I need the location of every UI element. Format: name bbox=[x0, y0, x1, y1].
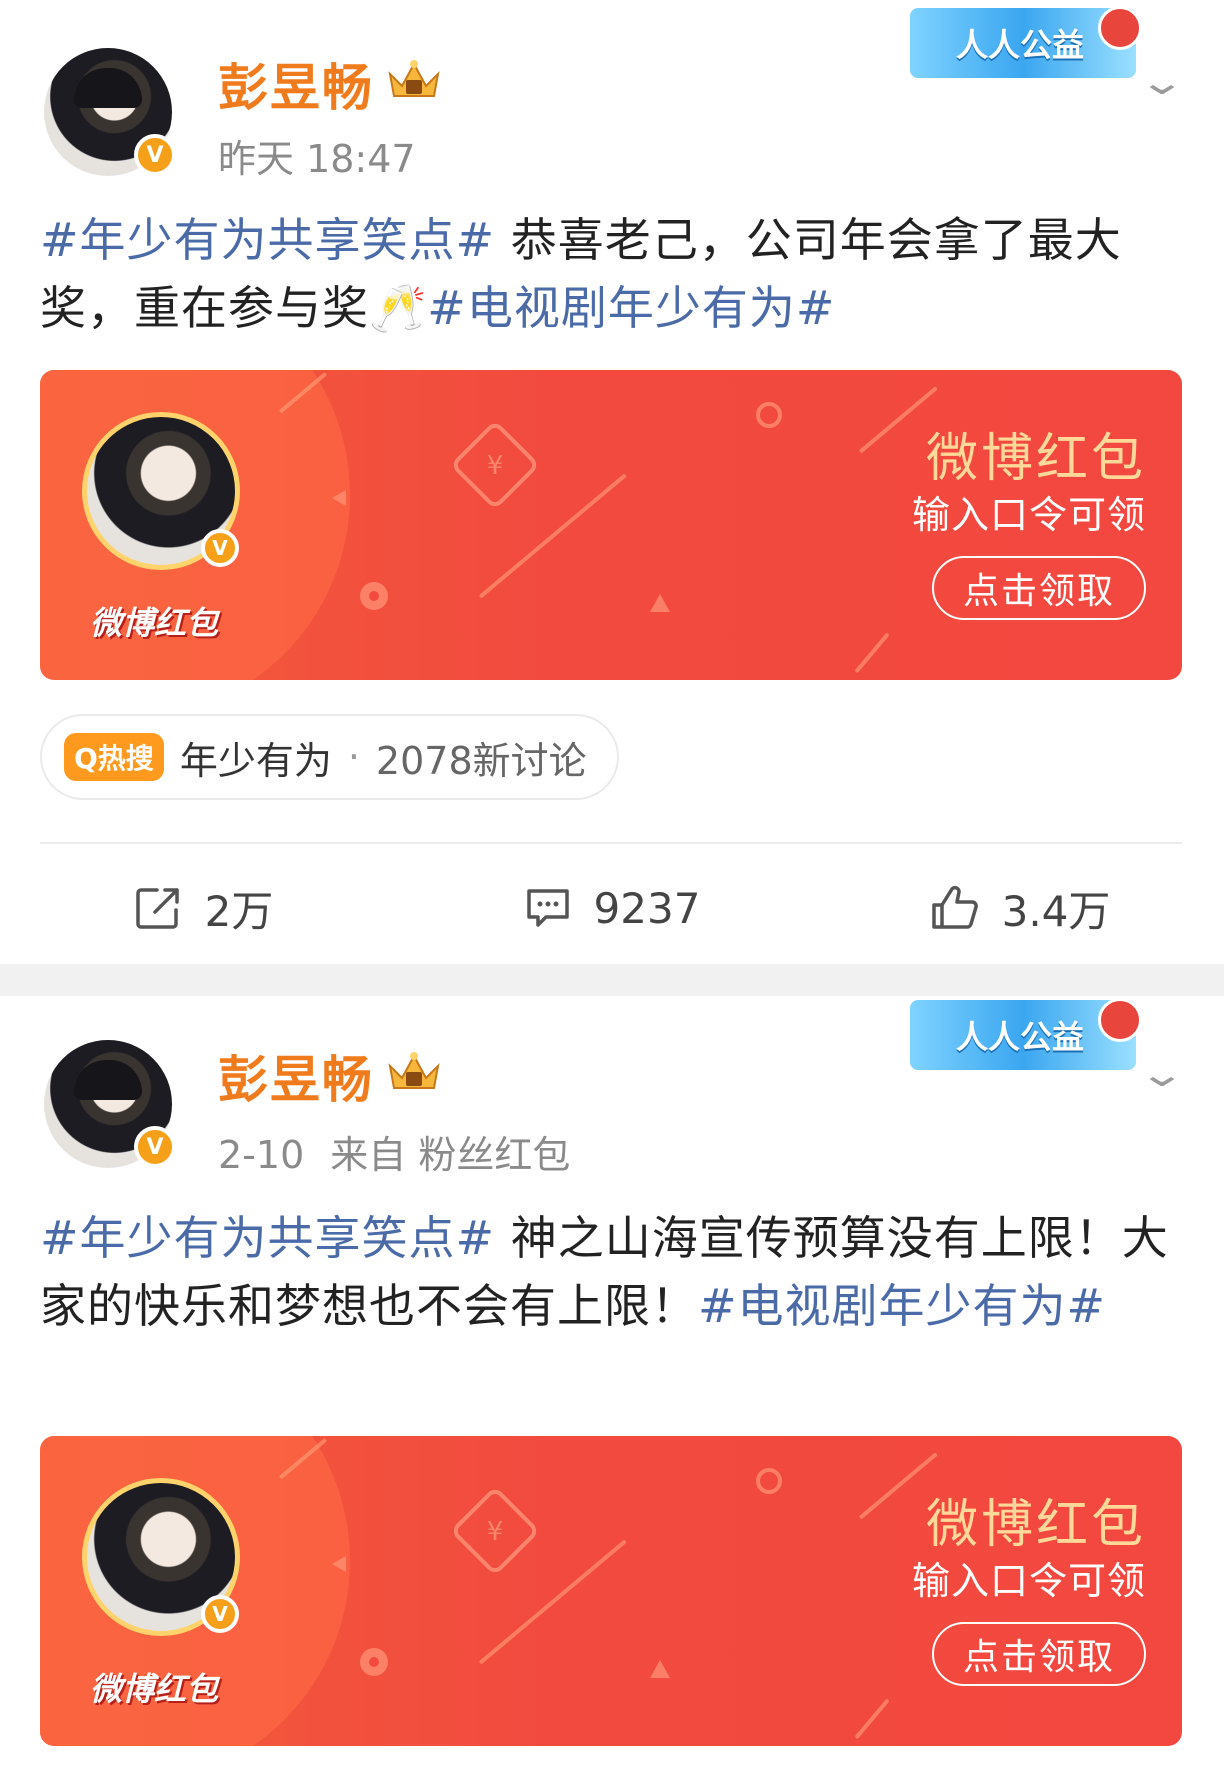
decor-dot bbox=[756, 402, 782, 428]
verified-badge-icon: V bbox=[134, 134, 176, 176]
hot-search-tag: Q热搜 bbox=[64, 733, 164, 781]
like-count: 3.4万 bbox=[1001, 886, 1111, 936]
decor-line bbox=[854, 632, 890, 674]
charity-promo-badge[interactable]: 人人公益 bbox=[910, 6, 1142, 78]
red-packet-title: 微博红包 bbox=[925, 1495, 1146, 1555]
post-text: #年少有为共享笑点# 神之山海宣传预算没有上限！大家的快乐和梦想也不会有上限！#… bbox=[40, 1204, 1190, 1340]
post-meta: 昨天 18:47 bbox=[218, 128, 442, 183]
member-crown-icon[interactable] bbox=[384, 56, 444, 104]
mascot-icon bbox=[1098, 998, 1142, 1042]
red-packet-subtitle: 输入口令可领 bbox=[911, 1559, 1146, 1603]
post-time: 昨天 18:47 bbox=[218, 137, 416, 181]
comment-button[interactable]: 9237 bbox=[408, 866, 816, 950]
like-button[interactable]: 3.4万 bbox=[816, 866, 1224, 950]
decor-triangle bbox=[332, 490, 346, 506]
verified-badge-icon: V bbox=[134, 1126, 176, 1168]
promo-label: 人人公益 bbox=[956, 1018, 1085, 1056]
hot-topic: 年少有为 bbox=[179, 738, 332, 783]
hot-separator: · bbox=[347, 735, 360, 779]
hot-search-pill[interactable]: Q热搜 年少有为 · 2078新讨论 bbox=[40, 714, 619, 800]
topic-link[interactable]: #电视剧年少有为# bbox=[427, 281, 835, 335]
avatar-hair bbox=[74, 68, 142, 108]
repost-button[interactable]: 2万 bbox=[0, 866, 408, 950]
post-source[interactable]: 来自 粉丝红包 bbox=[330, 1133, 570, 1177]
chevron-down-icon[interactable]: ⌄ bbox=[1130, 62, 1194, 103]
promo-label: 人人公益 bbox=[956, 26, 1085, 64]
red-packet-avatar: V bbox=[82, 1478, 240, 1636]
comment-count: 9237 bbox=[593, 883, 701, 933]
svg-text:¥: ¥ bbox=[487, 1517, 504, 1547]
comment-icon bbox=[526, 889, 569, 927]
hot-count: 2078新讨论 bbox=[375, 738, 587, 783]
red-packet-title: 微博红包 bbox=[925, 429, 1146, 489]
decor-dot bbox=[756, 1468, 782, 1494]
avatar-hair bbox=[74, 1060, 142, 1100]
topic-link[interactable]: #年少有为共享笑点# bbox=[40, 1211, 495, 1265]
envelope-icon: ¥ bbox=[453, 423, 537, 507]
topic-link[interactable]: #年少有为共享笑点# bbox=[40, 213, 495, 267]
decor-triangle bbox=[332, 1556, 346, 1572]
verified-badge-icon: V bbox=[201, 529, 239, 567]
envelope-icon: ¥ bbox=[453, 1489, 537, 1573]
decor-triangle bbox=[650, 1660, 670, 1678]
feed-separator bbox=[0, 964, 1224, 996]
verified-badge-icon: V bbox=[201, 1595, 239, 1633]
repost-count: 2万 bbox=[204, 886, 274, 936]
red-packet-logo: 微博红包 bbox=[90, 604, 219, 642]
member-crown-icon[interactable] bbox=[384, 1048, 444, 1096]
red-packet-subtitle: 输入口令可领 bbox=[911, 493, 1146, 537]
like-thumb-icon bbox=[931, 885, 978, 929]
avatar[interactable]: V bbox=[44, 1040, 176, 1168]
username[interactable]: 彭昱畅 bbox=[218, 1040, 374, 1112]
decor-triangle bbox=[650, 594, 670, 612]
mascot-icon bbox=[1098, 6, 1142, 50]
username[interactable]: 彭昱畅 bbox=[218, 48, 374, 120]
post-meta: 2-10 来自 粉丝红包 bbox=[218, 1124, 596, 1179]
topic-link[interactable]: #电视剧年少有为# bbox=[698, 1279, 1106, 1333]
claim-button[interactable]: 点击领取 bbox=[932, 556, 1146, 620]
decor-dot bbox=[360, 1648, 388, 1676]
post-text: #年少有为共享笑点# 恭喜老己，公司年会拿了最大奖，重在参与奖🥂#电视剧年少有为… bbox=[40, 206, 1190, 342]
feed-post: V 彭昱畅 昨天 18:47 人人公益 ⌄ #年少有为共享笑点# 恭喜老己，公司… bbox=[0, 0, 1224, 964]
red-packet-logo: 微博红包 bbox=[90, 1670, 219, 1708]
red-packet-avatar: V bbox=[82, 412, 240, 570]
claim-button[interactable]: 点击领取 bbox=[932, 1622, 1146, 1686]
red-packet-card[interactable]: ¥ V 微博红包 微博红包 输入口令可领 点击领取 bbox=[40, 370, 1182, 680]
svg-text:¥: ¥ bbox=[487, 451, 504, 481]
charity-promo-badge[interactable]: 人人公益 bbox=[910, 998, 1142, 1070]
avatar[interactable]: V bbox=[44, 48, 176, 176]
chevron-down-icon[interactable]: ⌄ bbox=[1130, 1054, 1194, 1095]
divider bbox=[40, 842, 1182, 844]
post-time: 2-10 bbox=[218, 1133, 305, 1177]
decor-dot bbox=[360, 582, 388, 610]
decor-line bbox=[854, 1698, 890, 1740]
red-packet-card[interactable]: ¥ V 微博红包 微博红包 输入口令可领 点击领取 bbox=[40, 1436, 1182, 1746]
feed-post: V 彭昱畅 2-10 来自 粉丝红包 人人公益 ⌄ #年少有为共享笑点# 神之山海… bbox=[0, 996, 1224, 1782]
action-bar: 2万 9237 3.4万 bbox=[0, 866, 1224, 950]
repost-icon bbox=[135, 888, 179, 929]
